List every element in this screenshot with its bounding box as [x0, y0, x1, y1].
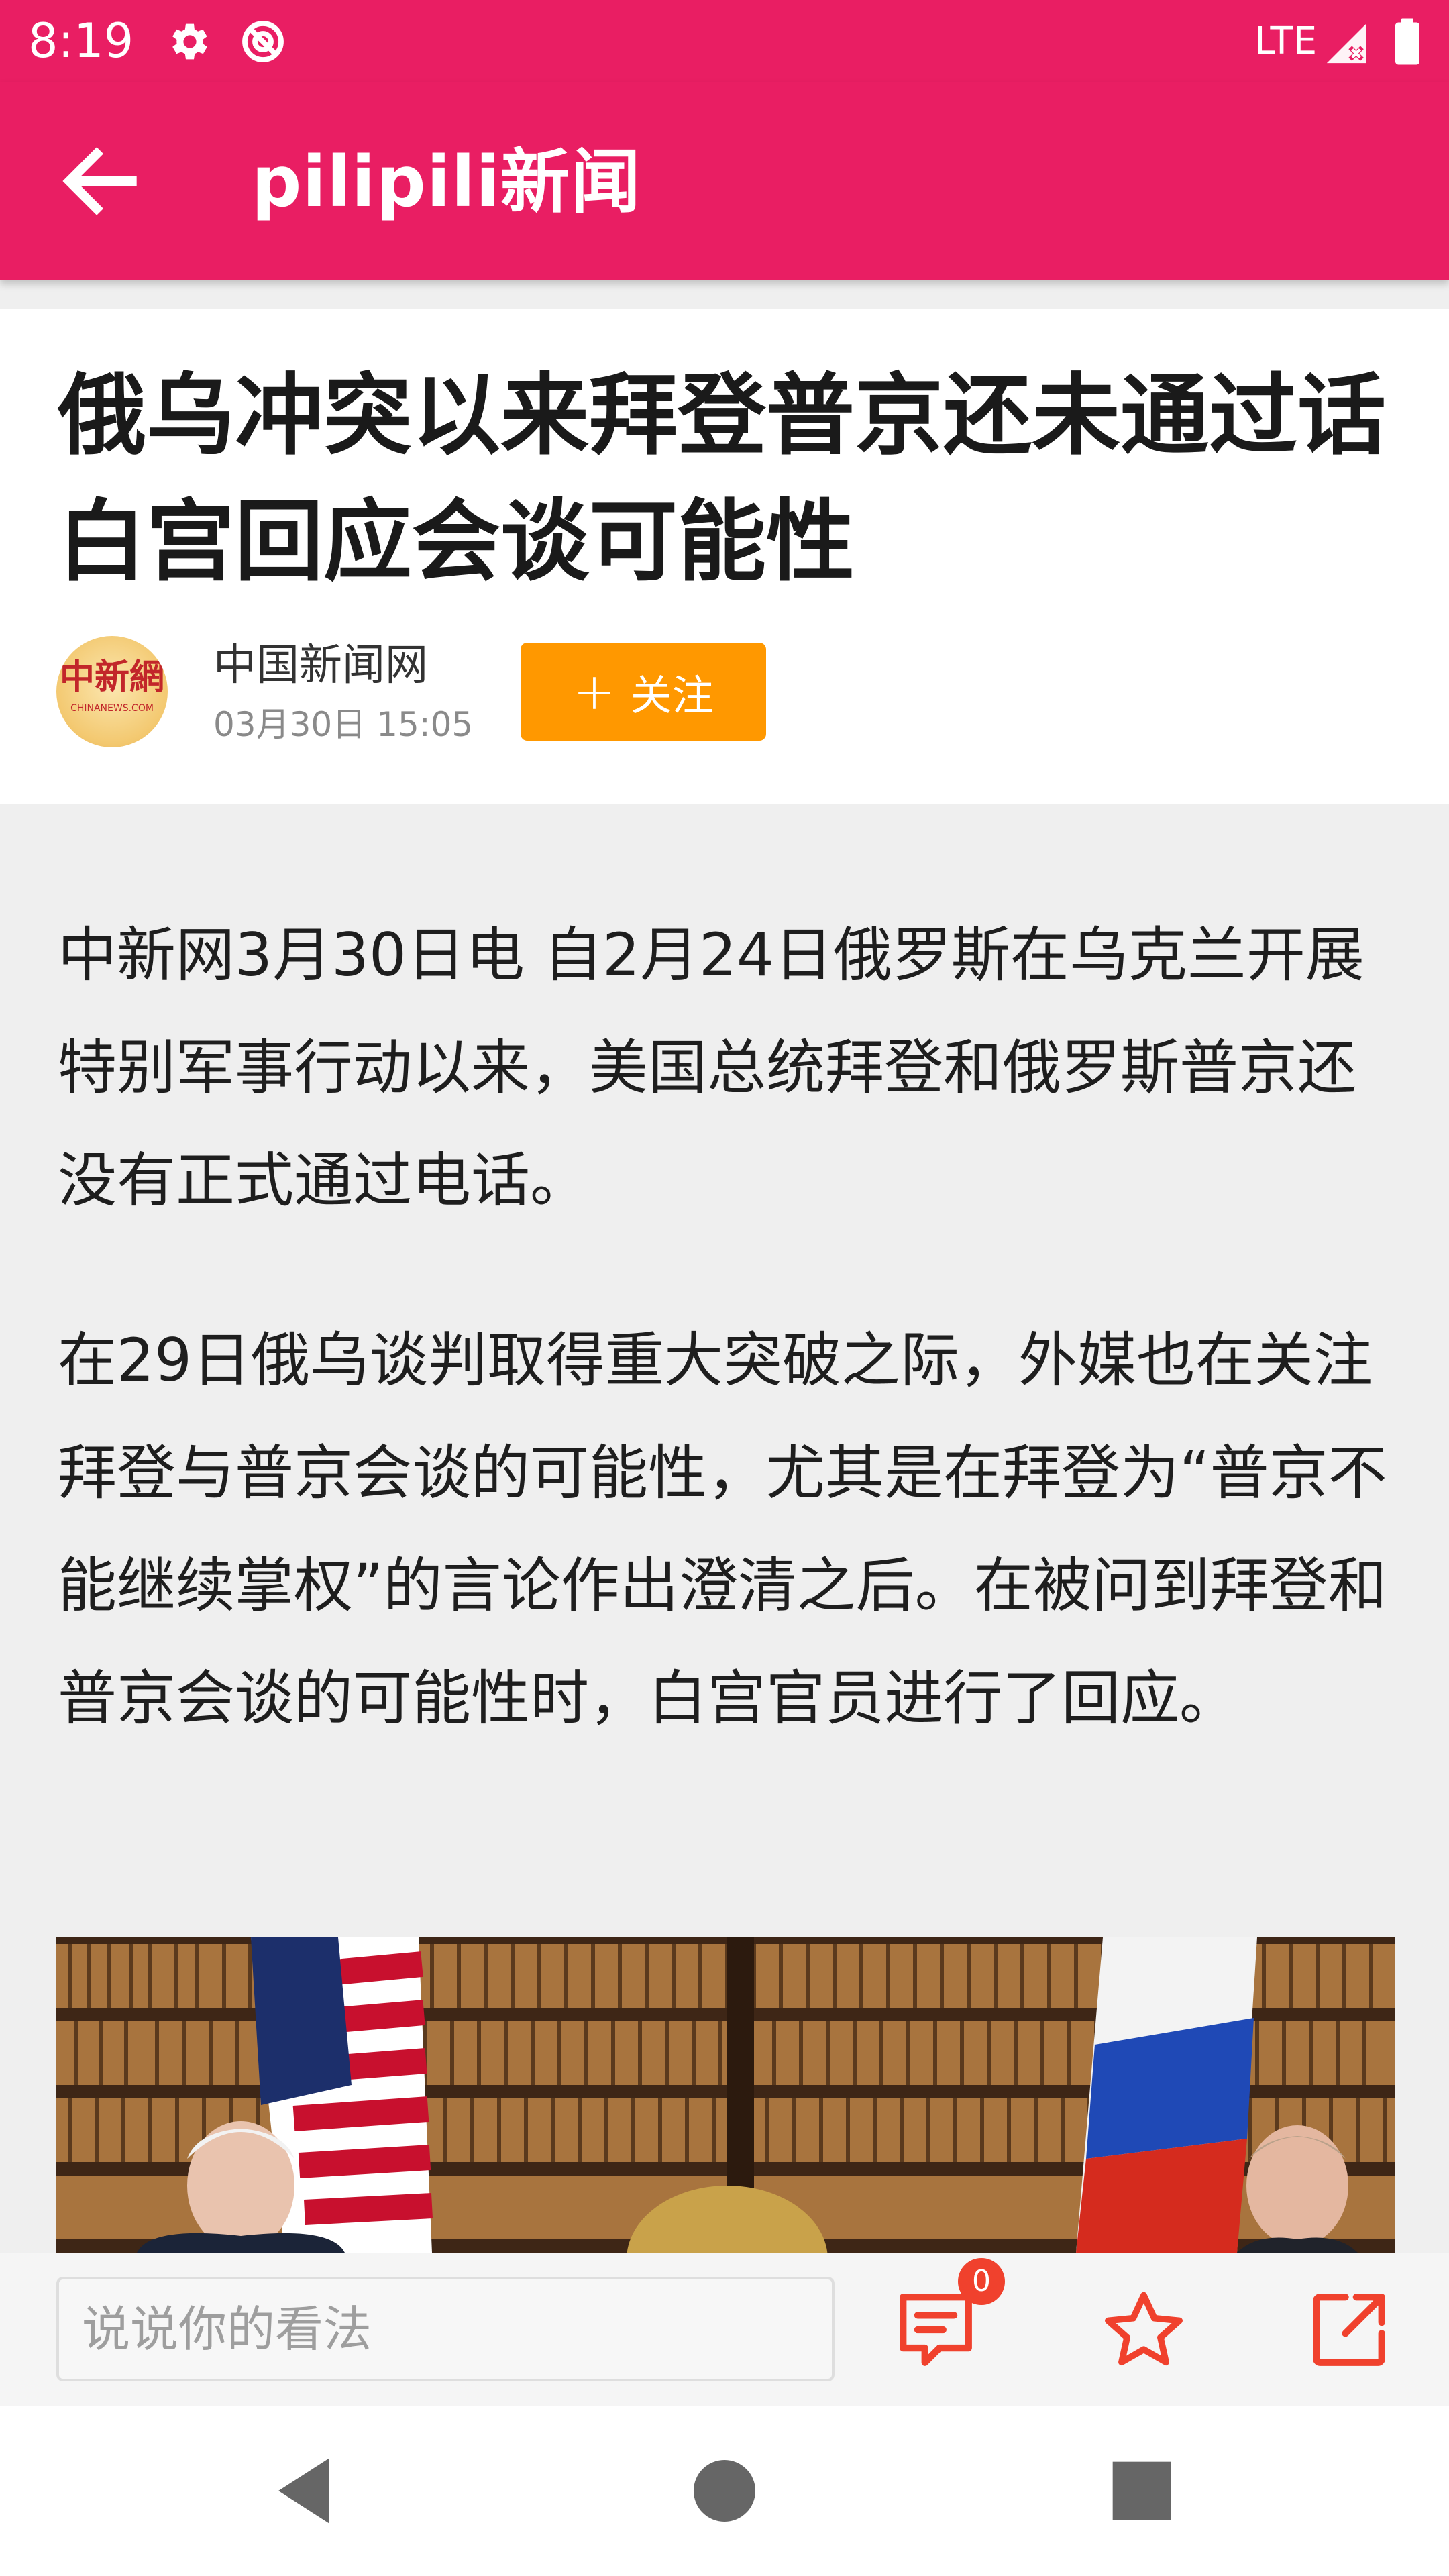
- network-type: LTE: [1254, 19, 1318, 63]
- nav-home-icon[interactable]: [681, 2447, 768, 2534]
- signal-icon: [1326, 23, 1366, 64]
- follow-button[interactable]: + 关注: [521, 643, 766, 741]
- comment-count-badge: 0: [958, 2258, 1005, 2305]
- nav-recents-icon[interactable]: [1098, 2447, 1185, 2534]
- article-paragraph: 中新网3月30日电 自2月24日俄罗斯在乌克兰开展特别军事行动以来，美国总统拜登…: [58, 920, 1364, 1215]
- status-time: 8:19: [28, 13, 134, 68]
- follow-label: 关注: [630, 671, 714, 720]
- article-image[interactable]: [56, 1937, 1395, 2253]
- source-avatar[interactable]: 中新網 CHINANEWS.COM: [56, 636, 168, 747]
- article-title: 俄乌冲突以来拜登普京还未通过话 白宫回应会谈可能性: [58, 364, 1386, 594]
- system-nav-bar: [0, 2406, 1449, 2576]
- nav-back-icon[interactable]: [260, 2447, 347, 2534]
- star-icon[interactable]: [1100, 2286, 1187, 2373]
- article-paragraph: 在29日俄乌谈判取得重大突破之际，外媒也在关注拜登与普京会谈的可能性，尤其是在拜…: [58, 1326, 1387, 1733]
- app-bar: pilipili新闻: [0, 82, 1449, 280]
- article-body: 中新网3月30日电 自2月24日俄罗斯在乌克兰开展特别军事行动以来，美国总统拜登…: [58, 899, 1406, 1822]
- battery-icon: [1395, 18, 1419, 65]
- publish-time: 03月30日 15:05: [213, 705, 474, 744]
- status-bar: 8:19 LTE: [0, 0, 1449, 82]
- source-name[interactable]: 中国新闻网: [213, 639, 428, 692]
- source-logo-subtext: CHINANEWS.COM: [70, 703, 154, 714]
- comment-bar: 说说你的看法 0: [0, 2253, 1449, 2406]
- arrow-left-icon[interactable]: [54, 134, 148, 228]
- article-header: 俄乌冲突以来拜登普京还未通过话 白宫回应会谈可能性 中新網 CHINANEWS.…: [0, 309, 1449, 804]
- russia-flag-illustration: [1076, 1937, 1257, 2253]
- share-icon[interactable]: [1305, 2286, 1393, 2373]
- comment-input[interactable]: 说说你的看法: [56, 2277, 835, 2381]
- sync-disabled-icon: [242, 21, 284, 62]
- settings-icon: [172, 23, 207, 60]
- source-logo-text: 中新網: [59, 657, 164, 698]
- article-photo: [56, 1937, 1395, 2253]
- app-title: pilipili新闻: [252, 141, 641, 223]
- plus-icon: +: [573, 661, 616, 721]
